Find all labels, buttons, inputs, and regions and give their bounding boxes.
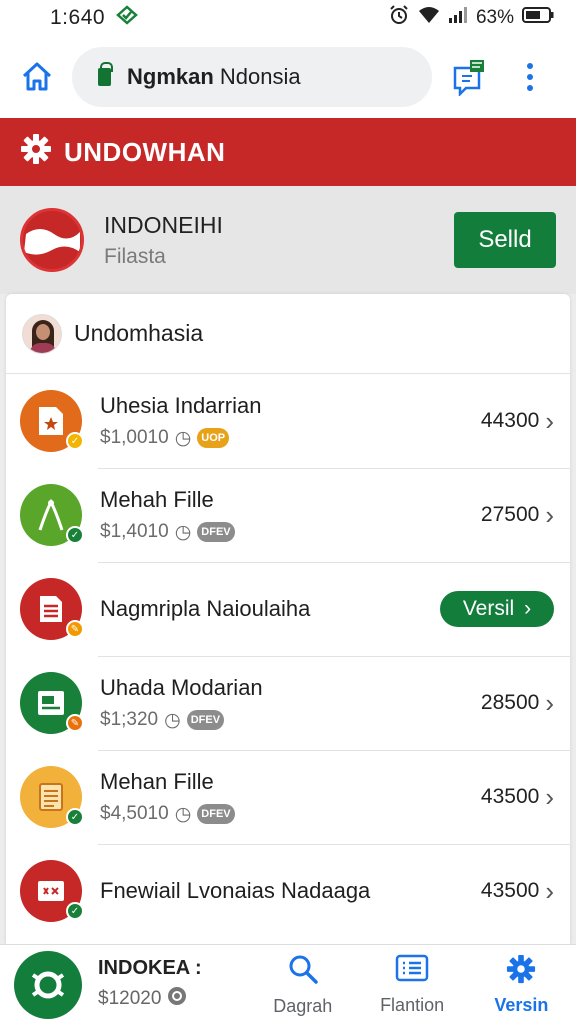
check-badge-icon: ✓	[66, 808, 84, 826]
chat-icon[interactable]	[452, 58, 486, 96]
header-title: UNDOWHAN	[64, 136, 226, 167]
clock-icon: ◷	[164, 709, 181, 731]
item-title: Fnewiail Lvonaias Nadaaga	[100, 878, 371, 903]
item-tag: DFEV	[197, 522, 235, 542]
nav-label: Flantion	[380, 994, 445, 1015]
list-card: Undomhasia ✓ Uhesia Indarrian $1,0010 ◷ UO…	[6, 294, 570, 944]
browser-toolbar: Ngmkan Ndonsia	[0, 36, 576, 118]
nav-label: Dagrah	[273, 995, 333, 1016]
url-rest: Ndonsia	[213, 64, 301, 89]
account-value: $12020	[98, 988, 162, 1009]
signal-icon	[448, 6, 468, 30]
item-tag: DFEV	[186, 710, 225, 730]
coin-icon	[167, 986, 187, 1012]
list-icon	[395, 954, 429, 989]
gear-icon	[506, 954, 536, 989]
app-logo-icon	[14, 950, 82, 1019]
account-summary[interactable]: INDOKEA : $12020	[14, 950, 248, 1019]
alarm-icon	[388, 4, 410, 32]
chevron-right-icon: ›	[524, 597, 532, 620]
nav-item-settings[interactable]: Versin	[467, 954, 576, 1016]
status-bar: 1:640 63%	[0, 0, 576, 36]
home-icon[interactable]	[20, 61, 54, 93]
list-header: Undomhasia	[6, 294, 570, 374]
battery-percent: 63%	[475, 7, 514, 28]
nav-item-search[interactable]: Dagrah	[248, 953, 357, 1017]
url-domain: Ngmkan	[127, 64, 214, 89]
account-name: INDOKEA :	[98, 957, 202, 979]
url-text: Ngmkan Ndonsia	[127, 64, 301, 90]
avatar[interactable]	[22, 313, 62, 354]
clock-icon: ◷	[174, 427, 192, 449]
battery-icon	[522, 6, 554, 30]
profile-strip: INDONEIHI Filasta Selld	[0, 186, 576, 294]
list-heading: Undomhasia	[74, 320, 204, 346]
check-badge-icon: ✓	[66, 526, 84, 544]
edit-badge-icon: ✎	[66, 620, 84, 638]
profile-subtitle: Filasta	[104, 244, 166, 268]
file-list-icon: ✎	[20, 578, 84, 640]
check-badge-icon: ✓	[66, 902, 84, 920]
list-item[interactable]: ✓ Mehah Fille $1,4010 ◷ DFEV 27500 ›	[6, 468, 570, 562]
version-button[interactable]: Versil ›	[440, 591, 554, 627]
lock-icon	[98, 62, 113, 86]
bottom-nav: INDOKEA : $12020 Dagrah Flantion Versin	[0, 944, 576, 1024]
chevron-right-icon: ›	[545, 687, 554, 718]
list-item[interactable]: ✓ Mehan Fille $4,5010 ◷ DFEV 43500 ›	[6, 750, 570, 844]
item-title: Mehah Fille	[100, 486, 214, 512]
version-button-label: Versil	[462, 597, 515, 620]
item-amount: 43500	[480, 879, 540, 902]
app-notification-icon	[115, 5, 139, 31]
profile-name: INDONEIHI	[104, 211, 223, 238]
mail-icon: ✓	[20, 860, 84, 922]
wifi-icon	[418, 6, 440, 30]
item-tag: DFEV	[197, 804, 235, 824]
more-vert-icon[interactable]	[526, 62, 534, 92]
item-price: $4,5010	[100, 803, 169, 824]
gear-icon[interactable]	[20, 133, 52, 172]
list-item[interactable]: ✓ Uhesia Indarrian $1,0010 ◷ UOP 44300 ›	[6, 374, 570, 468]
list-item[interactable]: ✓ Fnewiail Lvonaias Nadaaga 43500 ›	[6, 844, 570, 938]
nav-label: Versin	[494, 994, 549, 1015]
nav-item-list[interactable]: Flantion	[357, 954, 466, 1016]
monitor-icon: ✎	[20, 672, 84, 734]
url-bar[interactable]: Ngmkan Ndonsia	[72, 47, 432, 107]
document-icon: ✓	[20, 390, 84, 452]
clock-icon: ◷	[174, 521, 192, 543]
item-title: Nagmripla Naioulaiha	[100, 596, 311, 621]
chevron-right-icon: ›	[545, 405, 554, 436]
item-title: Mehan Fille	[100, 768, 214, 794]
item-price: $1;320	[100, 709, 159, 730]
item-title: Uhada Modarian	[100, 674, 263, 700]
check-badge-icon: ✓	[66, 432, 84, 450]
item-price: $1,4010	[100, 521, 169, 542]
item-amount: 27500	[480, 503, 540, 526]
clock-icon: ◷	[174, 803, 192, 825]
list-item[interactable]: ✎ Nagmripla Naioulaiha Versil ›	[6, 562, 570, 656]
item-amount: 28500	[480, 691, 540, 714]
item-price: $1,0010	[100, 427, 169, 448]
notes-icon: ✓	[20, 766, 84, 828]
item-tag: UOP	[197, 428, 230, 448]
chevron-right-icon: ›	[545, 499, 554, 530]
list-item[interactable]: ✎ Uhada Modarian $1;320 ◷ DFEV 28500 ›	[6, 656, 570, 750]
branch-icon: ✓	[20, 484, 84, 546]
item-amount: 43500	[480, 785, 540, 808]
edit-badge-icon: ✎	[66, 714, 84, 732]
search-icon	[287, 953, 319, 990]
chevron-right-icon: ›	[545, 781, 554, 812]
chevron-right-icon: ›	[545, 875, 554, 906]
flag-logo	[20, 208, 84, 272]
section-header: UNDOWHAN	[0, 118, 576, 186]
item-title: Uhesia Indarrian	[100, 392, 262, 418]
status-time: 1:640	[50, 6, 106, 29]
item-amount: 44300	[480, 409, 540, 432]
sell-button[interactable]: Selld	[454, 212, 556, 268]
